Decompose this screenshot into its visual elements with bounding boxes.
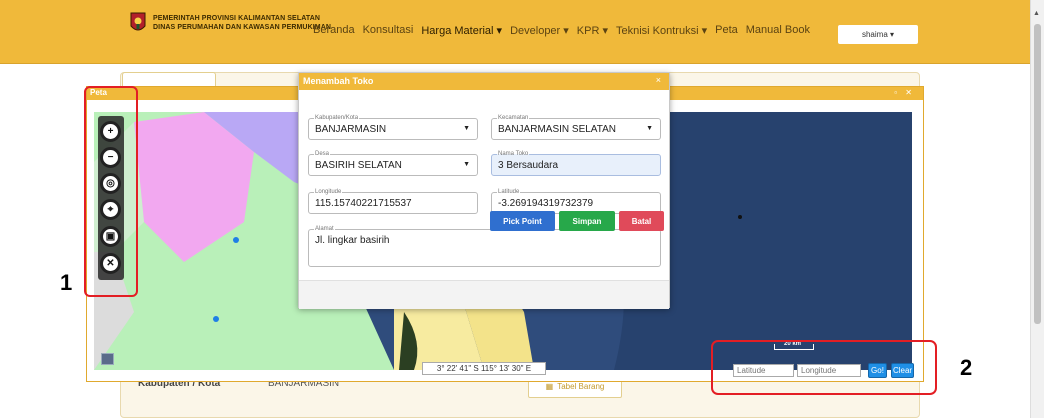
kecamatan-select-label: Kecamatan (497, 114, 530, 122)
close-icon[interactable]: × (656, 75, 661, 85)
nav-beranda[interactable]: Beranda (313, 24, 355, 37)
latitude-value: -3.269194319732379 (498, 198, 594, 209)
annotation-number-2: 2 (960, 355, 973, 380)
modal-body: Kabupaten/Kota BANJARMASIN ▼ Kecamatan B… (299, 90, 669, 280)
annotation-number-1: 1 (60, 270, 73, 295)
top-navbar: PEMERINTAH PROVINSI KALIMANTAN SELATAN D… (0, 0, 1030, 64)
alamat-textarea[interactable]: Alamat Jl. lingkar basirih (308, 225, 661, 267)
province-logo-icon (130, 12, 146, 31)
latitude-label: Latitude (497, 188, 521, 196)
kabupaten-select-value: BANJARMASIN (315, 124, 387, 135)
nav-peta[interactable]: Peta (715, 24, 738, 37)
coordinate-readout: 3° 22' 41" S 115° 13' 30" E (422, 362, 546, 375)
pick-point-button[interactable]: Pick Point (490, 211, 555, 231)
map-attribution-toggle[interactable] (101, 353, 114, 365)
kecamatan-select-value: BANJARMASIN SELATAN (498, 124, 616, 135)
alamat-value: Jl. lingkar basirih (315, 235, 390, 246)
nama-toko-input[interactable]: Nama Toko 3 Bersaudara (491, 150, 661, 176)
nav-kpr[interactable]: KPR ▾ (577, 24, 608, 37)
scrollbar-thumb[interactable] (1034, 24, 1041, 324)
alamat-label: Alamat (314, 225, 335, 233)
cancel-button[interactable]: Batal (619, 211, 664, 231)
annotation-box-coordinate-search (711, 340, 937, 395)
longitude-value: 115.15740221715537 (315, 198, 412, 209)
nav-developer[interactable]: Developer ▾ (510, 24, 569, 37)
nav-manual-book[interactable]: Manual Book (746, 24, 810, 37)
desa-select-value: BASIRIH SELATAN (315, 160, 402, 171)
desa-select[interactable]: Desa BASIRIH SELATAN ▼ (308, 150, 478, 176)
nav-teknisi-kontruksi[interactable]: Teknisi Kontruksi ▾ (616, 24, 707, 37)
nav-harga-material[interactable]: Harga Material ▾ (421, 24, 502, 37)
tabel-barang-label: Tabel Barang (557, 381, 605, 391)
brand-title[interactable]: PEMERINTAH PROVINSI KALIMANTAN SELATAN D… (153, 14, 331, 32)
user-menu-button[interactable]: shaima ▾ (838, 25, 918, 44)
brand-line-1: PEMERINTAH PROVINSI KALIMANTAN SELATAN (153, 15, 321, 22)
main-nav: Beranda Konsultasi Harga Material ▾ Deve… (313, 24, 810, 37)
longitude-label: Longitude (314, 188, 343, 196)
peta-window-controls[interactable]: ▫ ✕ (894, 88, 915, 97)
chevron-down-icon: ▼ (463, 161, 470, 168)
save-button[interactable]: Simpan (559, 211, 615, 231)
kabupaten-select-label: Kabupaten/Kota (314, 114, 360, 122)
nama-toko-value: 3 Bersaudara (498, 160, 559, 171)
longitude-input[interactable]: Longitude 115.15740221715537 (308, 188, 478, 214)
modal-footer (299, 280, 669, 309)
brand-line-2: DINAS PERUMAHAN DAN KAWASAN PERMUKIMAN (153, 24, 332, 31)
add-store-modal: Menambah Toko × Kabupaten/Kota BANJARMAS… (298, 72, 670, 309)
chevron-down-icon: ▼ (463, 125, 470, 132)
desa-select-label: Desa (314, 150, 331, 158)
nama-toko-label: Nama Toko (497, 150, 530, 158)
kecamatan-select[interactable]: Kecamatan BANJARMASIN SELATAN ▼ (491, 114, 661, 140)
chevron-down-icon: ▼ (646, 125, 653, 132)
table-icon: ▦ (545, 381, 554, 391)
nav-konsultasi[interactable]: Konsultasi (363, 24, 414, 37)
scroll-up-arrow-icon[interactable]: ▲ (1033, 10, 1040, 17)
modal-title: Menambah Toko (303, 76, 374, 86)
modal-header: Menambah Toko × (299, 73, 669, 90)
kabupaten-select[interactable]: Kabupaten/Kota BANJARMASIN ▼ (308, 114, 478, 140)
annotation-box-toolbar (84, 86, 138, 297)
